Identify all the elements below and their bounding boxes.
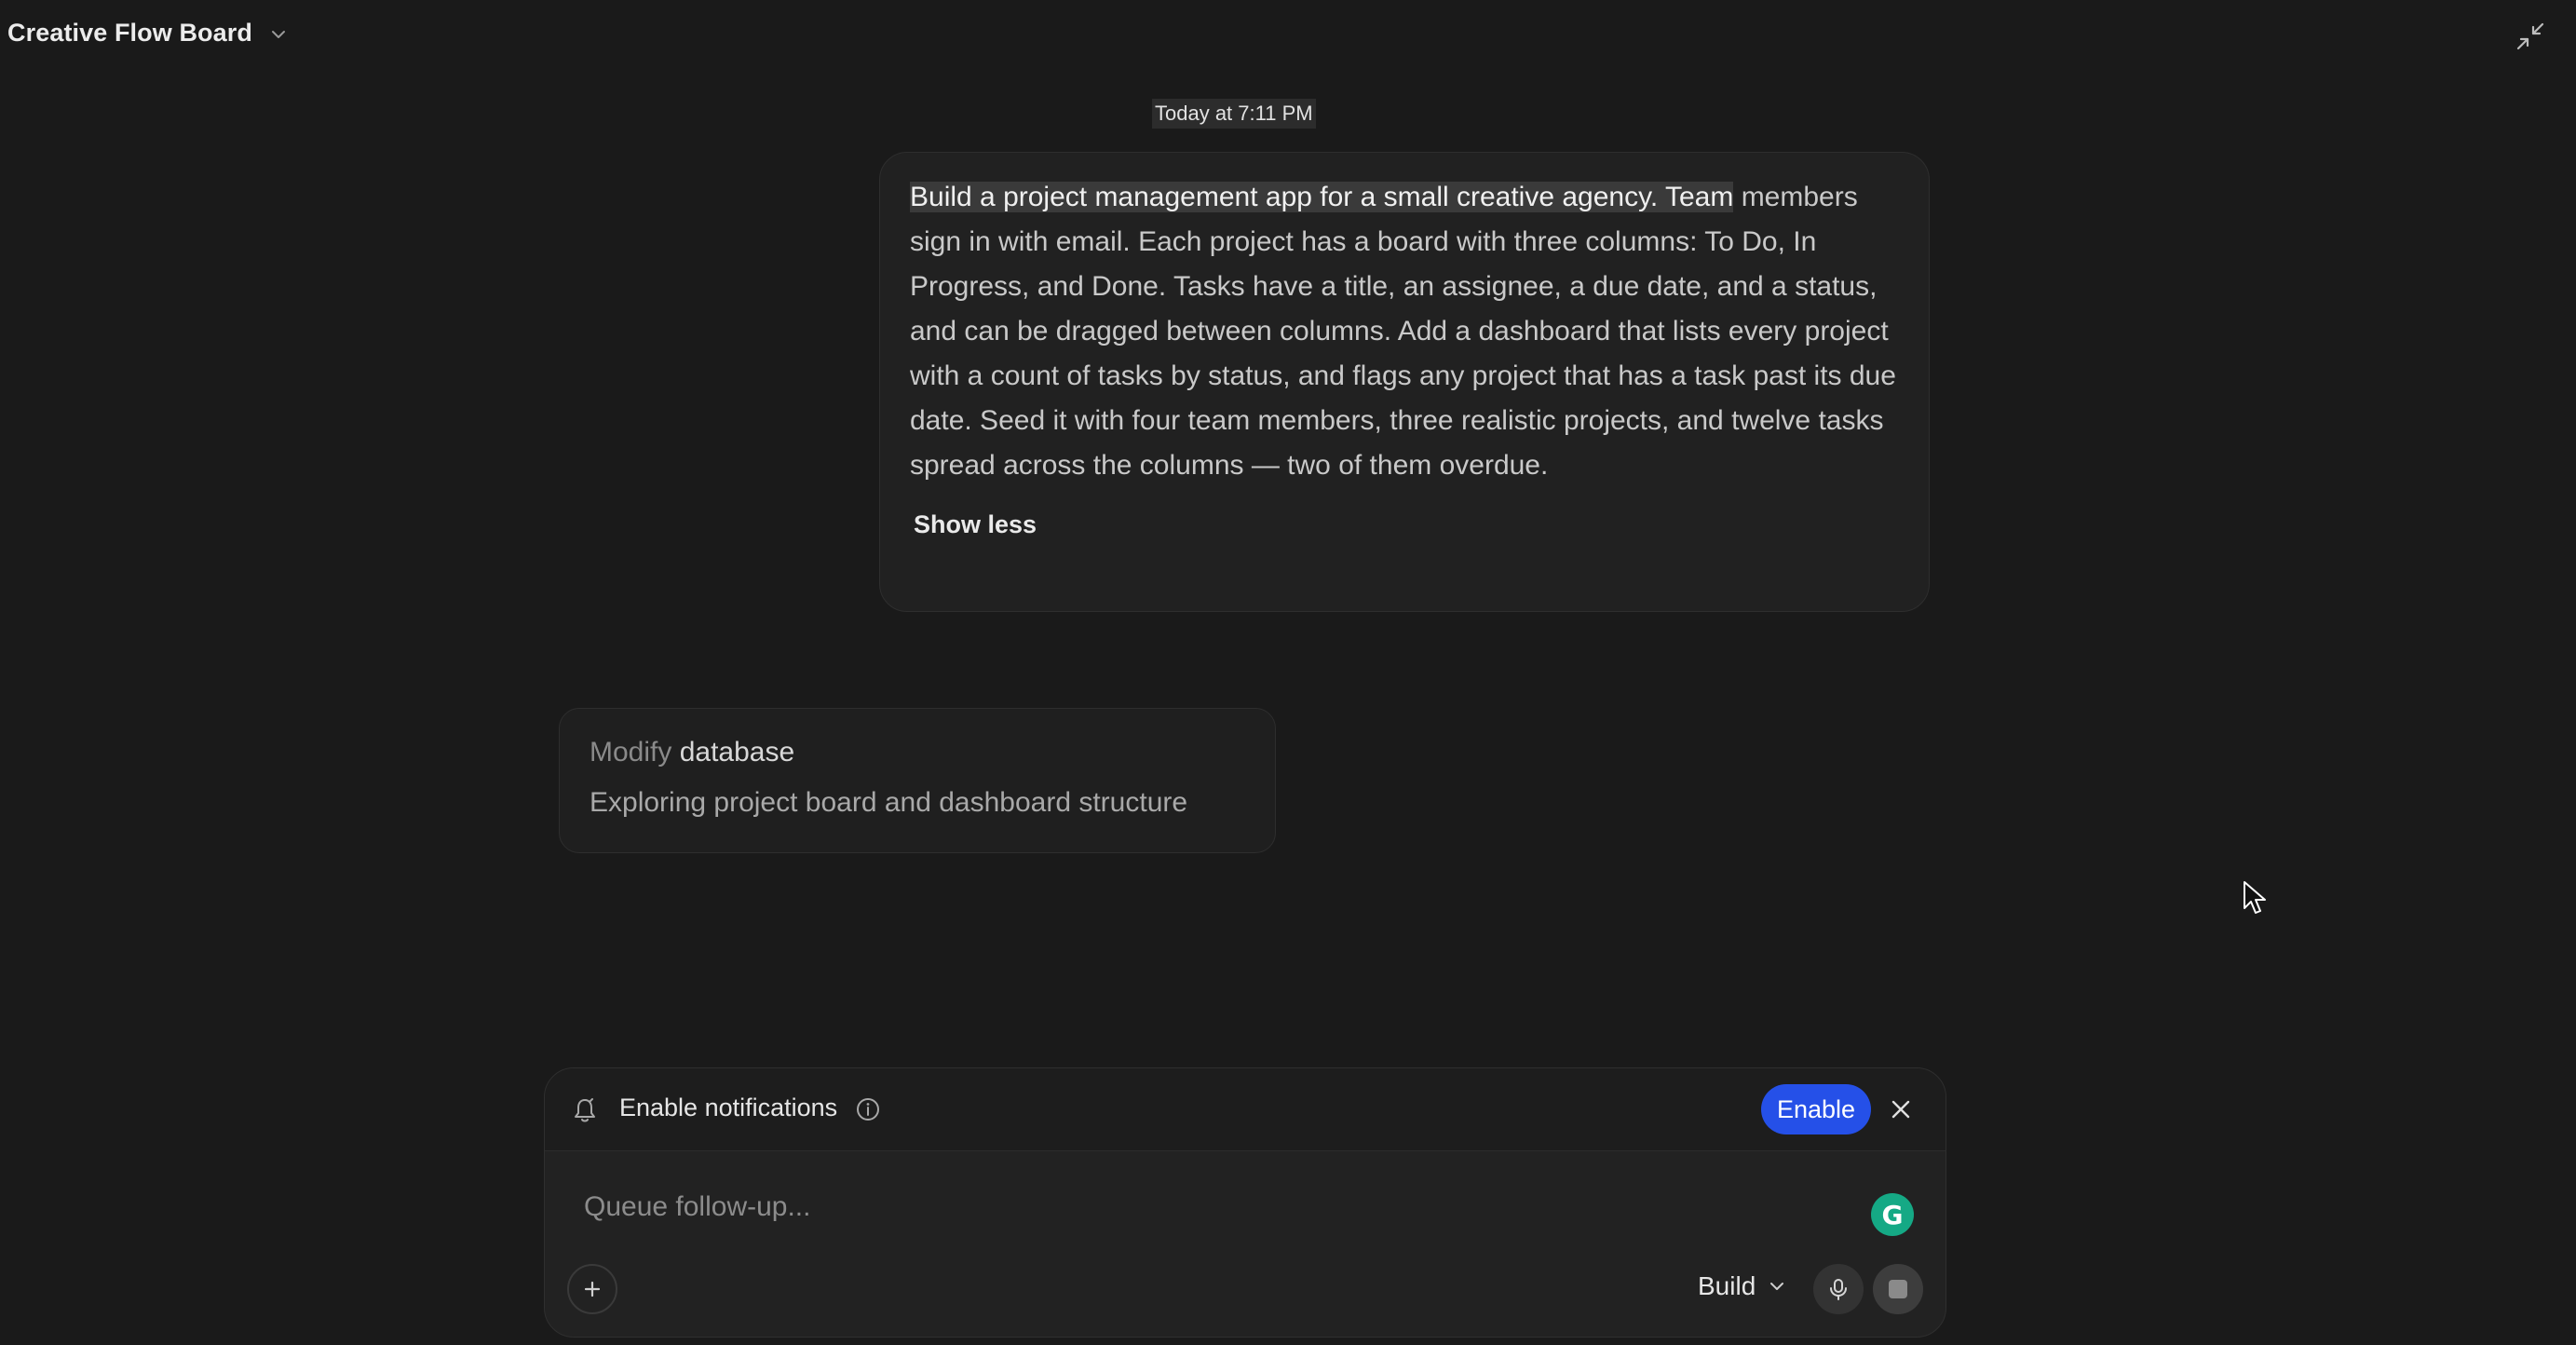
add-attachment-button[interactable] (567, 1264, 617, 1314)
follow-up-input[interactable] (582, 1186, 1796, 1229)
chevron-down-icon (1770, 1283, 1784, 1290)
notification-label: Enable notifications (619, 1094, 838, 1121)
show-less-button[interactable]: Show less (914, 510, 1037, 539)
composer: Enable notifications Enable G Build (544, 1067, 1946, 1338)
activity-card[interactable]: Modify database Exploring project board … (559, 708, 1276, 853)
user-message-text: Build a project management app for a sma… (910, 175, 1899, 488)
activity-verb: Modify (590, 737, 672, 768)
user-message-body: members sign in with email. Each project… (910, 182, 1896, 481)
collapse-arrows-icon[interactable] (2515, 20, 2546, 52)
activity-target: database (679, 737, 795, 768)
close-icon[interactable] (1888, 1096, 1914, 1122)
mode-label: Build (1698, 1271, 1756, 1300)
mode-dropdown[interactable]: Build (1698, 1271, 1785, 1301)
microphone-icon (1830, 1279, 1847, 1300)
microphone-button[interactable] (1813, 1264, 1864, 1314)
app-window: Creative Flow Board Today at 7:11 PM Bui… (0, 0, 2576, 1345)
message-timestamp: Today at 7:11 PM (1152, 99, 1316, 129)
enable-notifications-button[interactable]: Enable (1761, 1084, 1871, 1134)
grammarly-icon[interactable]: G (1871, 1193, 1914, 1236)
stop-button[interactable] (1873, 1264, 1923, 1314)
activity-title: Modify database (590, 737, 1245, 768)
user-message-highlighted-text: Build a project management app for a sma… (910, 182, 1734, 212)
plus-icon (584, 1281, 601, 1297)
mouse-pointer-icon (2244, 881, 2266, 914)
activity-description: Exploring project board and dashboard st… (590, 787, 1188, 818)
project-title: Creative Flow Board (7, 19, 252, 47)
notification-banner: Enable notifications Enable (545, 1068, 1946, 1151)
user-message-bubble: Build a project management app for a sma… (879, 152, 1930, 612)
chevron-down-icon (271, 30, 285, 38)
info-icon[interactable] (855, 1096, 881, 1122)
stop-icon (1889, 1280, 1907, 1298)
project-title-dropdown[interactable]: Creative Flow Board (7, 19, 288, 48)
bell-icon (575, 1098, 595, 1122)
